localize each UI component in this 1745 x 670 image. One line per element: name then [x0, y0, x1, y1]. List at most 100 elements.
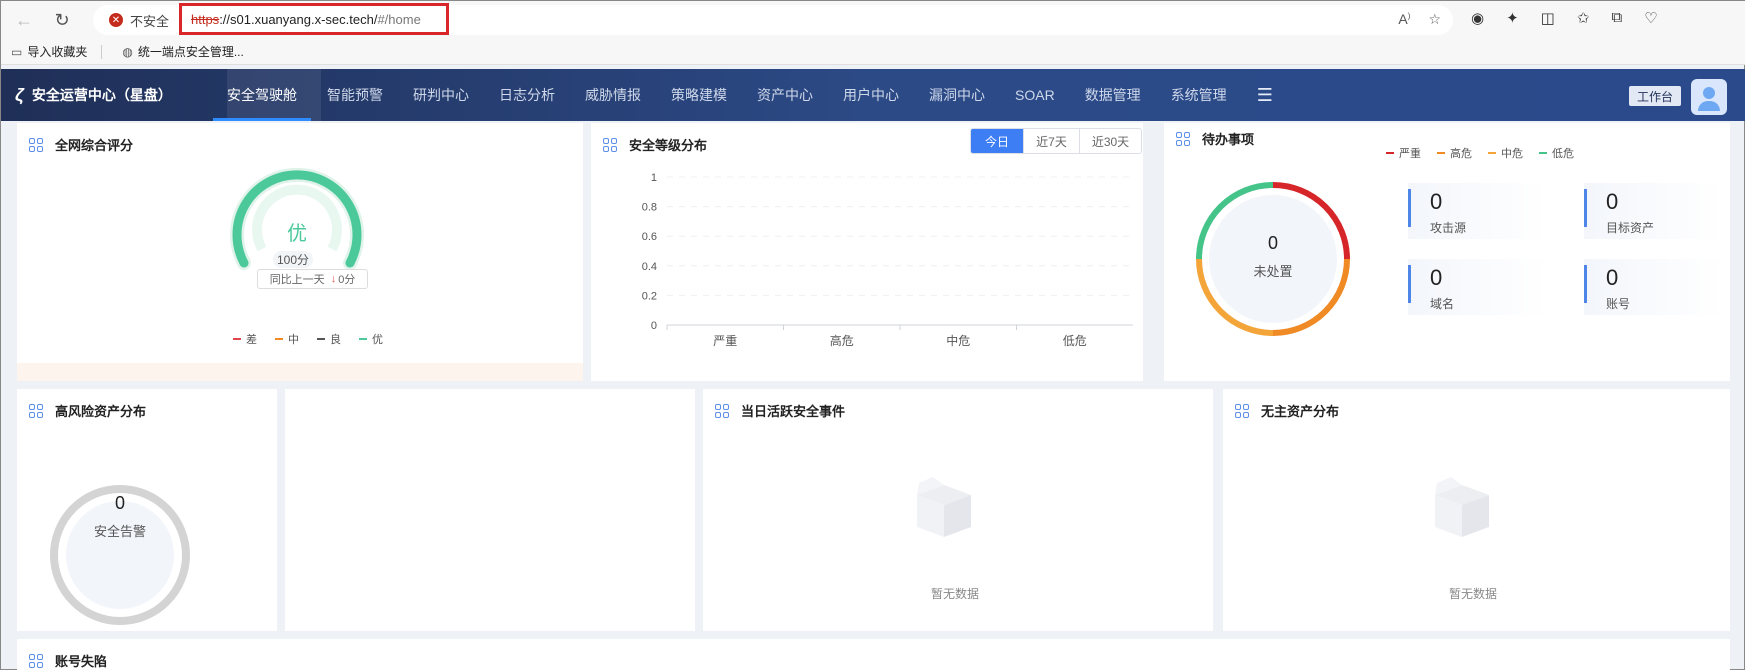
risk-ring-value: 0: [114, 493, 125, 513]
menu-item-analysis[interactable]: 研判中心: [413, 69, 469, 121]
app-header: ζ 安全运营中心（星盘） 安全驾驶舱 智能预警 研判中心 日志分析 威胁情报 策…: [1, 69, 1745, 121]
stat-attack-source[interactable]: 0 攻击源: [1408, 183, 1548, 239]
divider: [101, 44, 103, 59]
menu-item-soar[interactable]: SOAR: [1015, 69, 1055, 121]
y-tick-label: 1: [651, 172, 657, 184]
events-panel: 当日活跃安全事件 暂无数据: [703, 389, 1213, 631]
empty-text: 暂无数据: [931, 587, 980, 601]
favorites-icon[interactable]: ✩: [1577, 9, 1590, 27]
menu-item-threat-intel[interactable]: 威胁情报: [585, 69, 641, 121]
extension-icon[interactable]: ◉: [1471, 9, 1484, 27]
risk-detail-panel: [285, 389, 695, 631]
grid-icon: [29, 137, 43, 152]
menu-item-users[interactable]: 用户中心: [843, 69, 899, 121]
range-tabs: 今日 近7天 近30天: [970, 128, 1142, 154]
stat-target-asset[interactable]: 0 目标资产: [1584, 183, 1724, 239]
x-tick-label: 低危: [1063, 334, 1087, 348]
panel-title: 安全等级分布: [603, 135, 707, 154]
risk-ring-label: 安全告警: [93, 524, 146, 539]
empty-box-icon: [917, 477, 971, 537]
logo-icon: ζ: [15, 84, 24, 105]
legend-item: 中: [275, 331, 299, 347]
grid-icon: [1176, 131, 1190, 146]
tab-30days[interactable]: 近30天: [1079, 129, 1141, 153]
read-aloud-icon[interactable]: A): [1398, 11, 1410, 28]
browser-toolbar: ← ↻ ✕ 不安全 https://s01.xuanyang.x-sec.tec…: [1, 1, 1745, 39]
panel-title: 无主资产分布: [1235, 401, 1339, 420]
folder-icon: ▭: [11, 44, 23, 59]
tab-7days[interactable]: 近7天: [1023, 129, 1079, 153]
score-value: 100分: [273, 251, 313, 268]
address-bar[interactable]: ✕ 不安全 https://s01.xuanyang.x-sec.tech/#/…: [93, 3, 1453, 35]
level-panel: 安全等级分布 今日 近7天 近30天 0 0.2 0.4 0.6 0.8 1 严重 高危 中危 低…: [591, 123, 1143, 381]
legend-item: 中危: [1488, 145, 1523, 161]
score-footer-band: [17, 363, 583, 381]
menu-more-icon[interactable]: ☰: [1257, 69, 1273, 121]
warning-icon: ✕: [109, 13, 123, 27]
level-bar-chart: 0 0.2 0.4 0.6 0.8 1 严重 高危 中危 低危: [642, 172, 1133, 348]
x-tick-label: 高危: [830, 333, 854, 348]
grid-icon: [29, 403, 43, 418]
todo-panel: 待办事项 严重 高危 中危 低危 0 未处置 0 攻击源 0 目标资产 0 域名…: [1164, 123, 1730, 381]
legend-item: 高危: [1437, 145, 1472, 161]
y-tick-label: 0.6: [642, 231, 657, 243]
score-grade: 优: [287, 223, 307, 245]
unowned-panel: 无主资产分布 暂无数据: [1223, 389, 1730, 631]
risk-panel: 高风险资产分布 0 安全告警: [17, 389, 277, 631]
todo-legend: 严重 高危 中危 低危: [1386, 145, 1574, 161]
url-text[interactable]: https://s01.xuanyang.x-sec.tech/#/home: [179, 3, 449, 35]
tab-today[interactable]: 今日: [971, 129, 1023, 153]
legend-item: 严重: [1386, 145, 1421, 161]
panel-title: 当日活跃安全事件: [715, 401, 845, 420]
todo-ring: [1196, 182, 1350, 336]
split-screen-icon[interactable]: ◫: [1541, 9, 1555, 27]
favorite-star-icon[interactable]: ☆: [1428, 11, 1441, 28]
menu-item-vulns[interactable]: 漏洞中心: [929, 69, 985, 121]
empty-text: 暂无数据: [1449, 587, 1498, 601]
y-tick-label: 0.8: [642, 202, 657, 214]
account-panel: 账号失陷: [17, 639, 1730, 670]
globe-icon: ◍: [122, 44, 133, 59]
menu-item-assets[interactable]: 资产中心: [757, 69, 813, 121]
back-button[interactable]: ←: [9, 5, 39, 35]
security-indicator[interactable]: ✕ 不安全: [109, 11, 169, 30]
stat-account[interactable]: 0 账号: [1584, 259, 1724, 315]
legend-item: 良: [317, 331, 341, 347]
panel-title: 高风险资产分布: [29, 401, 146, 420]
browser-essentials-icon[interactable]: ♡: [1644, 9, 1657, 27]
todo-ring-value: 0: [1267, 233, 1278, 253]
score-legend: 差 中 良 优: [233, 331, 383, 347]
legend-item: 低危: [1539, 145, 1574, 161]
menu-item-policy[interactable]: 策略建模: [671, 69, 727, 121]
legend-item: 优: [359, 331, 383, 347]
workbench-button[interactable]: 工作台: [1629, 86, 1682, 106]
grid-icon: [1235, 403, 1249, 418]
score-compare: 同比上一天 ↓ 0分: [257, 269, 368, 289]
bookmark-import[interactable]: ▭ 导入收藏夹: [11, 43, 87, 60]
grid-icon: [603, 137, 617, 152]
app-logo[interactable]: ζ 安全运营中心（星盘）: [15, 85, 172, 106]
x-tick-label: 中危: [946, 333, 970, 348]
collections-icon[interactable]: ⧉: [1611, 9, 1622, 27]
panel-title: 全网综合评分: [29, 135, 133, 154]
legend-item: 差: [233, 331, 257, 347]
stat-domain[interactable]: 0 域名: [1408, 259, 1548, 315]
bookmarks-bar: ▭ 导入收藏夹 ◍ 统一端点安全管理...: [1, 39, 1745, 65]
main-menu: 安全驾驶舱 智能预警 研判中心 日志分析 威胁情报 策略建模 资产中心 用户中心…: [213, 69, 1303, 121]
bookmark-endpoint[interactable]: ◍ 统一端点安全管理...: [122, 43, 244, 60]
empty-box-icon: [1435, 477, 1489, 537]
y-tick-label: 0.2: [642, 290, 657, 302]
menu-item-cockpit[interactable]: 安全驾驶舱: [213, 69, 311, 121]
x-tick-label: 严重: [713, 334, 737, 348]
score-panel: 全网综合评分 优 100分 同比上一天 ↓ 0分 差 中 良 优: [17, 123, 583, 381]
refresh-button[interactable]: ↻: [47, 5, 77, 35]
menu-item-system[interactable]: 系统管理: [1171, 69, 1227, 121]
arrow-down-icon: ↓: [330, 273, 337, 285]
grid-icon: [715, 403, 729, 418]
puzzle-icon[interactable]: ✦: [1506, 9, 1519, 27]
menu-item-data[interactable]: 数据管理: [1085, 69, 1141, 121]
menu-item-alert[interactable]: 智能预警: [327, 69, 383, 121]
panel-title: 账号失陷: [29, 651, 107, 670]
user-avatar[interactable]: [1691, 79, 1727, 115]
menu-item-logs[interactable]: 日志分析: [499, 69, 555, 121]
